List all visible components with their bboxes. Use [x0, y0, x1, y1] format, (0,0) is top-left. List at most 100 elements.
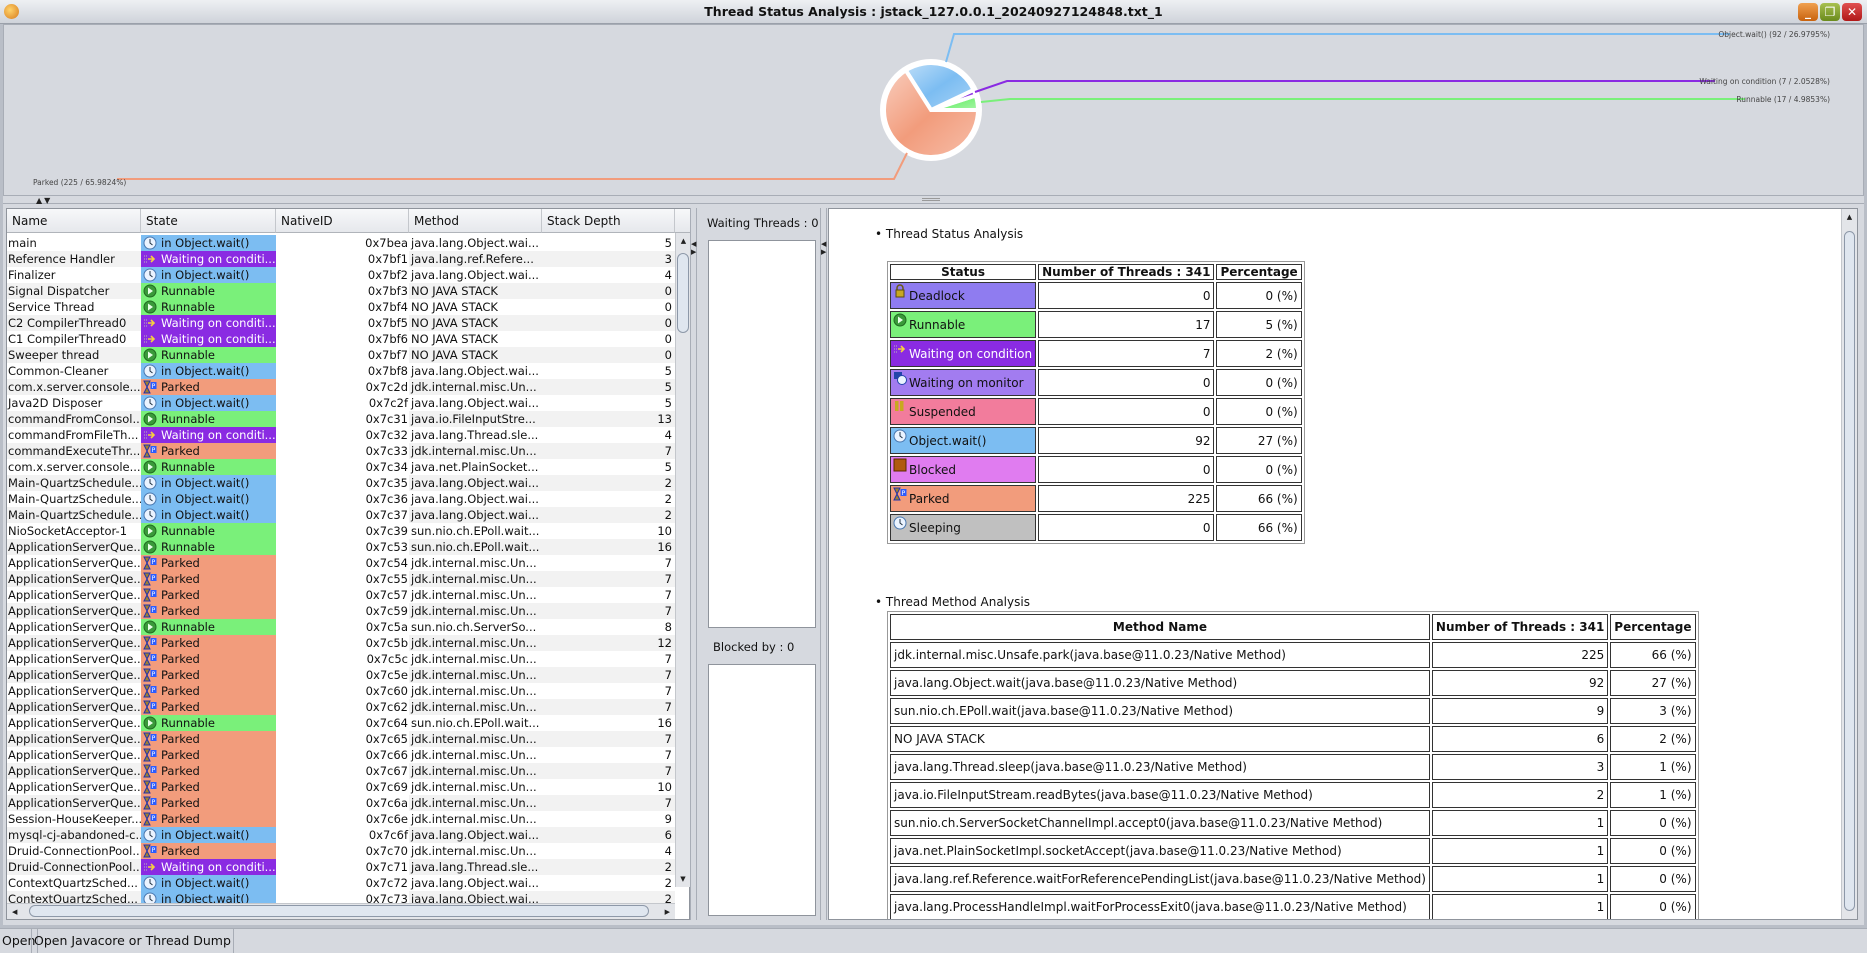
right-splitter[interactable]: ◀ ▶ [820, 208, 827, 920]
thread-row[interactable]: Reference Handler Waiting on conditi... 0x… [7, 251, 675, 267]
native-id: 0x7c71 [276, 859, 409, 875]
thread-state: in Object.wait() [141, 475, 276, 491]
stack-depth: 7 [542, 763, 675, 779]
thread-name: C2 CompilerThread0 [7, 315, 141, 331]
status-row-waiting_condition: Waiting on condition 7 2 (%) [890, 340, 1302, 367]
thread-row[interactable]: Session-HouseKeeper... P Parked 0x7c6e jdk.i… [7, 811, 675, 827]
thread-row[interactable]: com.x.server.console... Runnable 0x7c34 jav… [7, 459, 675, 475]
blocked-by-list[interactable] [708, 664, 816, 916]
left-splitter[interactable]: ◀ ▶ [690, 208, 697, 920]
thread-state: in Object.wait() [141, 507, 276, 523]
thread-row[interactable]: Druid-ConnectionPool... Waiting on condit… [7, 859, 675, 875]
thread-row[interactable]: Sweeper thread Runnable 0x7bf7 NO JAVA STAC… [7, 347, 675, 363]
thread-row[interactable]: ApplicationServerQue... P Parked 0x7c67 jdk.… [7, 763, 675, 779]
method-count: 92 [1431, 670, 1609, 696]
native-id: 0x7c5c [276, 651, 409, 667]
stack-depth: 16 [542, 539, 675, 555]
thread-row[interactable]: ApplicationServerQue... P Parked 0x7c54 jdk.… [7, 555, 675, 571]
thread-state: in Object.wait() [141, 363, 276, 379]
thread-row[interactable]: ApplicationServerQue... P Parked 0x7c66 jdk.… [7, 747, 675, 763]
stack-depth: 5 [542, 379, 675, 395]
leader-line-parked [117, 152, 908, 180]
thread-row[interactable]: ApplicationServerQue... P Parked 0x7c69 jdk.… [7, 779, 675, 795]
column-header-stack-depth[interactable]: Stack Depth [542, 209, 675, 233]
column-header-state[interactable]: State [141, 209, 276, 233]
native-id: 0x7bf7 [276, 347, 409, 363]
method-name: java.lang.ProcessHandleImpl.waitForProce… [890, 894, 1430, 919]
thread-row[interactable]: ApplicationServerQue... Runnable 0x7c53 sun… [7, 539, 675, 555]
native-id: 0x7bf6 [276, 331, 409, 347]
thread-row[interactable]: Java2D Disposer in Object.wait() 0x7c2f jav… [7, 395, 675, 411]
close-button[interactable]: ✕ [1842, 3, 1862, 21]
thread-name: ApplicationServerQue... [7, 683, 141, 699]
thread-row[interactable]: ApplicationServerQue... Runnable 0x7c5a sun… [7, 619, 675, 635]
state-label: Runnable [161, 284, 215, 298]
method: java.lang.Object.wai... [409, 395, 542, 411]
thread-row[interactable]: ApplicationServerQue... P Parked 0x7c5c jdk.… [7, 651, 675, 667]
splitter-grip[interactable] [922, 198, 940, 201]
thread-row[interactable]: ApplicationServerQue... P Parked 0x7c6a jdk.… [7, 795, 675, 811]
thread-name: ApplicationServerQue... [7, 795, 141, 811]
maximize-button[interactable]: ❐ [1820, 3, 1840, 21]
status-row-runnable: Runnable 17 5 (%) [890, 311, 1302, 338]
thread-row[interactable]: ApplicationServerQue... P Parked 0x7c62 jdk.… [7, 699, 675, 715]
method: java.lang.Object.wai... [409, 475, 542, 491]
thread-row[interactable]: Main-QuartzSchedule... in Object.wait() 0x… [7, 491, 675, 507]
thread-state: P Parked [141, 379, 276, 395]
method: jdk.internal.misc.Un... [409, 731, 542, 747]
column-header-name[interactable]: Name [7, 209, 141, 233]
status-row-waiting_monitor: Waiting on monitor 0 0 (%) [890, 369, 1302, 396]
thread-row[interactable]: NioSocketAcceptor-1 Runnable 0x7c39 sun.nio… [7, 523, 675, 539]
thread-row[interactable]: ContextQuartzSched... in Object.wait() 0x7… [7, 875, 675, 891]
method: java.io.FileInputStre... [409, 411, 542, 427]
thread-row[interactable]: ApplicationServerQue... P Parked 0x7c5e jdk.… [7, 667, 675, 683]
analysis-scrollbar-thumb[interactable] [1844, 231, 1855, 911]
thread-state: Runnable [141, 619, 276, 635]
status-percentage: 0 (%) [1216, 369, 1302, 396]
svg-text:P: P [152, 607, 156, 614]
thread-row[interactable]: mysql-cj-abandoned-c... in Object.wait() 0… [7, 827, 675, 843]
analysis-vertical-scrollbar[interactable]: ▲ [1841, 209, 1857, 919]
stack-depth: 3 [542, 251, 675, 267]
native-id: 0x7c32 [276, 427, 409, 443]
thread-row[interactable]: C2 CompilerThread0 Waiting on conditi... 0… [7, 315, 675, 331]
method: java.lang.Object.wai... [409, 363, 542, 379]
waiting-threads-list[interactable] [708, 240, 816, 628]
thread-row[interactable]: ApplicationServerQue... P Parked 0x7c60 jdk.… [7, 683, 675, 699]
state-label: Runnable [161, 412, 215, 426]
thread-row[interactable]: com.x.server.console... P Parked 0x7c2d jdk.… [7, 379, 675, 395]
thread-row[interactable]: main in Object.wait() 0x7bea java.lang.Obje… [7, 235, 675, 251]
thread-row[interactable]: ApplicationServerQue... P Parked 0x7c59 jdk.… [7, 603, 675, 619]
status-row-suspended: Suspended 0 0 (%) [890, 398, 1302, 425]
thread-row[interactable]: ApplicationServerQue... P Parked 0x7c5b jdk.… [7, 635, 675, 651]
thread-row[interactable]: ApplicationServerQue... Runnable 0x7c64 sun… [7, 715, 675, 731]
thread-row[interactable]: Main-QuartzSchedule... in Object.wait() 0x… [7, 507, 675, 523]
thread-row[interactable]: Main-QuartzSchedule... in Object.wait() 0x… [7, 475, 675, 491]
status-row-deadlock: Deadlock 0 0 (%) [890, 282, 1302, 309]
thread-row[interactable]: Common-Cleaner in Object.wait() 0x7bf8 java… [7, 363, 675, 379]
minimize-button[interactable]: _ [1798, 3, 1818, 21]
thread-state: P Parked [141, 731, 276, 747]
vertical-scrollbar-thumb[interactable] [677, 253, 689, 333]
thread-row[interactable]: commandFromConsol... Runnable 0x7c31 java.i… [7, 411, 675, 427]
thread-row[interactable]: C1 CompilerThread0 Waiting on conditi... 0… [7, 331, 675, 347]
column-header-nativeid[interactable]: NativeID [276, 209, 409, 233]
window-title: Thread Status Analysis : jstack_127.0.0.… [704, 4, 1163, 19]
thread-row[interactable]: Finalizer in Object.wait() 0x7bf2 java.lang… [7, 267, 675, 283]
native-id: 0x7c66 [276, 747, 409, 763]
splitter-arrows-icon[interactable]: ▲▼ [36, 196, 52, 205]
thread-row[interactable]: ApplicationServerQue... P Parked 0x7c65 jdk.… [7, 731, 675, 747]
thread-row[interactable]: commandExecuteThr... P Parked 0x7c33 jdk.int… [7, 443, 675, 459]
status-name: Suspended [909, 404, 976, 419]
thread-row[interactable]: Service Thread Runnable 0x7bf4 NO JAVA STAC… [7, 299, 675, 315]
horizontal-scrollbar-thumb[interactable] [29, 905, 649, 917]
thread-state: Runnable [141, 283, 276, 299]
thread-row[interactable]: Druid-ConnectionPool... P Parked 0x7c70 jdk.… [7, 843, 675, 859]
svg-text:P: P [152, 799, 156, 806]
thread-row[interactable]: Signal Dispatcher Runnable 0x7bf3 NO JAVA S… [7, 283, 675, 299]
thread-row[interactable]: ApplicationServerQue... P Parked 0x7c55 jdk.… [7, 571, 675, 587]
thread-row[interactable]: commandFromFileTh... Waiting on conditi..… [7, 427, 675, 443]
stack-depth: 2 [542, 875, 675, 891]
column-header-method[interactable]: Method [409, 209, 542, 233]
thread-row[interactable]: ApplicationServerQue... P Parked 0x7c57 jdk.… [7, 587, 675, 603]
